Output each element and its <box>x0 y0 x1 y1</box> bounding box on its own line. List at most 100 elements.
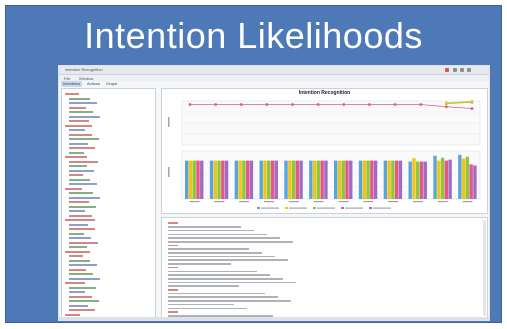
tree-item[interactable] <box>69 169 94 173</box>
tab-intentions[interactable]: Intentions <box>61 81 83 87</box>
log-line <box>168 266 178 269</box>
tree-item[interactable] <box>69 102 97 105</box>
tree-item[interactable] <box>69 273 93 276</box>
log-line <box>168 296 278 299</box>
series-point-0 <box>239 103 243 106</box>
bar <box>398 160 403 199</box>
tree-item[interactable] <box>69 268 86 272</box>
intention-tree-panel[interactable] <box>61 88 156 318</box>
tree-item[interactable] <box>69 183 97 186</box>
series-point-0 <box>316 103 320 106</box>
tree-item[interactable] <box>69 142 88 146</box>
bar <box>263 160 267 199</box>
bar <box>309 160 313 199</box>
tree-item[interactable] <box>69 120 89 123</box>
tree-item[interactable] <box>69 174 83 177</box>
bar <box>469 164 473 199</box>
log-line <box>168 277 283 281</box>
tree-item[interactable] <box>69 210 85 213</box>
bar <box>394 160 399 199</box>
series-point-0 <box>470 107 474 110</box>
tree-item[interactable] <box>65 282 85 285</box>
tab-actions[interactable]: Actions <box>85 81 102 87</box>
tree-item[interactable] <box>65 93 79 96</box>
minimize-window-icon[interactable] <box>453 68 457 72</box>
x-tick-label <box>189 201 200 203</box>
tree-item[interactable] <box>69 147 95 150</box>
bar <box>188 160 193 199</box>
maximize-window-icon[interactable] <box>460 68 464 72</box>
tree-item[interactable] <box>69 106 86 110</box>
bar <box>288 160 292 199</box>
tree-item[interactable] <box>69 205 96 209</box>
tree-item[interactable] <box>69 165 87 168</box>
tree-item[interactable] <box>69 160 98 164</box>
tree-item[interactable] <box>69 295 92 299</box>
tree-item[interactable] <box>69 255 83 258</box>
legend-label <box>345 207 363 209</box>
tree-item[interactable] <box>65 124 92 128</box>
close-window-icon[interactable] <box>445 68 449 72</box>
tree-item[interactable] <box>65 156 87 159</box>
y-axis-label <box>168 117 170 127</box>
bar <box>362 160 366 199</box>
log-scrollbar[interactable] <box>483 220 486 316</box>
tree-item[interactable] <box>69 246 87 249</box>
tree-item[interactable] <box>69 259 90 263</box>
tree-item[interactable] <box>69 97 90 101</box>
tree-item[interactable] <box>69 223 88 227</box>
tree-item[interactable] <box>69 138 99 141</box>
settings-icon[interactable] <box>467 68 471 72</box>
tree-item[interactable] <box>69 241 98 245</box>
tree-item[interactable] <box>69 309 95 312</box>
tree-item[interactable] <box>69 286 96 290</box>
presentation-slide: Intention Likelihoods Intention Recognit… <box>0 0 507 329</box>
bar <box>217 160 221 199</box>
bar <box>465 156 470 199</box>
tree-item[interactable] <box>65 250 90 254</box>
series-point-0 <box>214 103 218 106</box>
bar <box>192 160 196 199</box>
bar <box>299 160 303 199</box>
tree-item[interactable] <box>69 178 90 182</box>
legend-swatch <box>341 207 344 209</box>
tree-item[interactable] <box>65 219 95 222</box>
bar <box>245 160 250 199</box>
tree-item[interactable] <box>69 151 84 155</box>
x-tick-label <box>462 201 473 203</box>
tree-item[interactable] <box>69 133 92 137</box>
tree-item[interactable] <box>69 129 85 132</box>
tree-item[interactable] <box>69 237 91 240</box>
tree-item[interactable] <box>69 228 95 231</box>
tree-item[interactable] <box>69 214 92 218</box>
tree-item[interactable] <box>69 304 88 308</box>
bar <box>473 165 477 199</box>
tree-item[interactable] <box>69 201 89 204</box>
tree-item[interactable] <box>65 187 82 191</box>
tab-graph[interactable]: Graph <box>104 81 119 87</box>
series-point-0 <box>444 105 448 109</box>
bar <box>234 160 239 199</box>
tree-item[interactable] <box>69 300 99 303</box>
bar <box>373 160 378 199</box>
tree-item[interactable] <box>69 111 93 114</box>
log-panel[interactable] <box>161 217 488 318</box>
bar <box>437 160 441 199</box>
slide-title: Intention Likelihoods <box>84 15 423 56</box>
tree-item[interactable] <box>69 264 97 267</box>
tree-item[interactable] <box>69 196 100 200</box>
bar <box>387 160 391 199</box>
tree-item[interactable] <box>69 115 100 119</box>
legend-swatch <box>257 207 260 209</box>
log-line <box>168 311 178 314</box>
bar <box>291 160 296 199</box>
tree-item[interactable] <box>69 291 85 294</box>
tree-item[interactable] <box>69 232 84 236</box>
bar <box>270 160 275 199</box>
log-line <box>168 255 275 258</box>
bar <box>316 160 321 199</box>
series-point-2 <box>444 101 448 105</box>
tree-item[interactable] <box>69 277 100 281</box>
x-tick-label <box>412 201 423 203</box>
tree-item[interactable] <box>69 192 93 195</box>
